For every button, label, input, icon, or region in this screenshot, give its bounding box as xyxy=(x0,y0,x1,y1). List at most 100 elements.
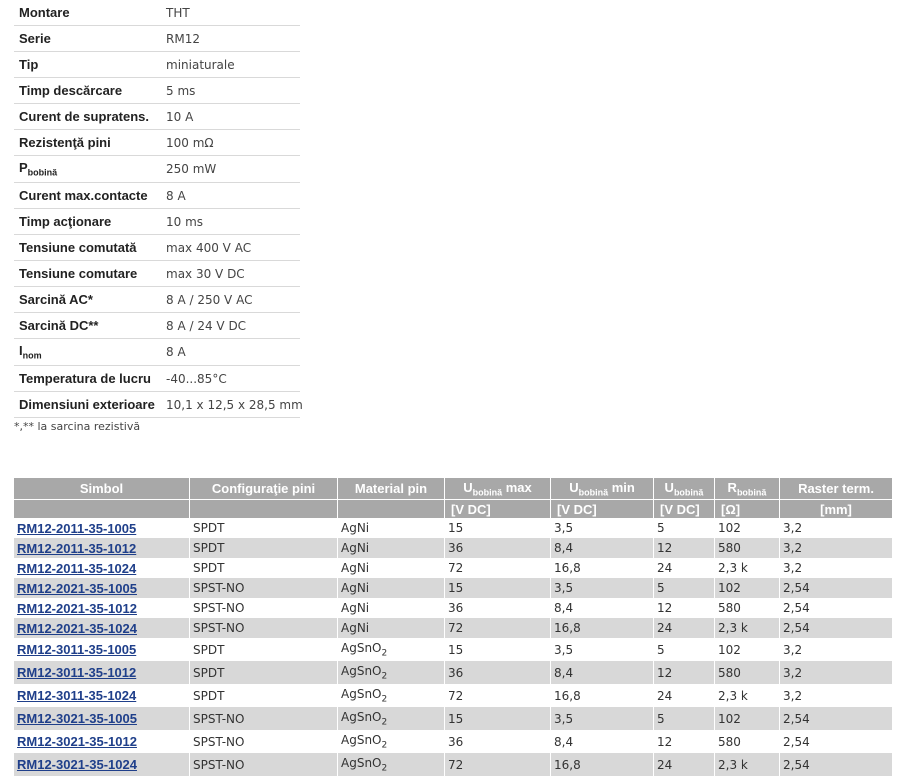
material-cell: AgNi xyxy=(338,598,445,618)
material-text: AgSnO xyxy=(341,663,382,678)
symbol-cell: RM12-3011-35-1005 xyxy=(14,638,190,661)
products-head: Simbol Configuraţie pini Material pin Ub… xyxy=(14,478,893,518)
material-text: AgSnO xyxy=(341,709,382,724)
material-cell: AgSnO2 xyxy=(338,661,445,684)
spec-value: 250 mW xyxy=(161,155,300,183)
col-header-umin: Ubobină min xyxy=(551,478,654,499)
spec-row: Timp acţionare 10 ms xyxy=(14,208,300,235)
product-link[interactable]: RM12-2011-35-1012 xyxy=(17,541,136,556)
spec-value: THT xyxy=(161,0,300,26)
spec-label: Temperatura de lucru xyxy=(14,365,161,392)
config-cell: SPST-NO xyxy=(190,730,338,753)
config-cell: SPST-NO xyxy=(190,598,338,618)
col-header-umax-sub: bobină xyxy=(472,487,503,498)
material-cell: AgNi xyxy=(338,578,445,598)
table-row: RM12-3011-35-1012 SPDT AgSnO2 36 8,4 12 580 3,2 xyxy=(14,661,893,684)
spec-row: Sarcină DC** 8 A / 24 V DC xyxy=(14,312,300,339)
table-row: RM12-2011-35-1005 SPDT AgNi 15 3,5 5 102 3,2 xyxy=(14,518,893,538)
spec-label: Tip xyxy=(14,51,161,78)
umin-cell: 3,5 xyxy=(551,707,654,730)
product-link[interactable]: RM12-2021-35-1024 xyxy=(17,621,137,636)
raster-cell: 2,54 xyxy=(780,707,893,730)
col-header-umax: Ubobină max xyxy=(445,478,551,499)
unit-cell xyxy=(338,499,445,518)
material-cell: AgSnO2 xyxy=(338,684,445,707)
spec-value: 8 A / 24 V DC xyxy=(161,312,300,339)
material-text: AgSnO xyxy=(341,732,382,747)
spec-value: 10,1 x 12,5 x 28,5 mm xyxy=(161,391,303,418)
product-link[interactable]: RM12-2011-35-1005 xyxy=(17,521,136,536)
material-text: AgNi xyxy=(341,601,370,615)
umax-cell: 15 xyxy=(445,578,551,598)
material-text: AgSnO xyxy=(341,755,382,770)
r-cell: 580 xyxy=(715,598,780,618)
material-cell: AgSnO2 xyxy=(338,753,445,776)
umin-cell: 16,8 xyxy=(551,684,654,707)
spec-row: Montare THT xyxy=(14,0,300,26)
raster-cell: 3,2 xyxy=(780,558,893,578)
table-row: RM12-2021-35-1024 SPST-NO AgNi 72 16,8 24 2,3 … xyxy=(14,618,893,638)
table-row: RM12-2011-35-1012 SPDT AgNi 36 8,4 12 580 3,2 xyxy=(14,538,893,558)
config-cell: SPDT xyxy=(190,518,338,538)
config-cell: SPDT xyxy=(190,558,338,578)
col-header-umin-main: U xyxy=(569,479,579,495)
u-cell: 24 xyxy=(654,558,715,578)
u-cell: 5 xyxy=(654,578,715,598)
col-header-umin-sub: bobină xyxy=(578,487,609,498)
spec-row: Curent de supratens. 10 A xyxy=(14,103,300,130)
umin-cell: 16,8 xyxy=(551,558,654,578)
product-link[interactable]: RM12-3011-35-1012 xyxy=(17,665,136,680)
spec-label: Timp descărcare xyxy=(14,77,161,104)
units-row: [V DC] [V DC] [V DC] [Ω] [mm] xyxy=(14,499,893,518)
product-link[interactable]: RM12-3021-35-1024 xyxy=(17,757,137,772)
spec-label: Rezistenţă pini xyxy=(14,129,161,156)
symbol-cell: RM12-3021-35-1012 xyxy=(14,730,190,753)
table-row: RM12-3011-35-1024 SPDT AgSnO2 72 16,8 24 2,3 k… xyxy=(14,684,893,707)
raster-cell: 3,2 xyxy=(780,518,893,538)
col-header-symbol: Simbol xyxy=(14,478,190,499)
material-text: AgSnO xyxy=(341,686,382,701)
umax-cell: 72 xyxy=(445,618,551,638)
symbol-cell: RM12-3021-35-1005 xyxy=(14,707,190,730)
material-text: AgNi xyxy=(341,621,370,635)
table-row: RM12-2011-35-1024 SPDT AgNi 72 16,8 24 2,3 k 3,… xyxy=(14,558,893,578)
unit-cell xyxy=(190,499,338,518)
spec-label: Pbobină xyxy=(14,155,161,183)
spec-value: 10 A xyxy=(161,103,300,130)
product-link[interactable]: RM12-2021-35-1005 xyxy=(17,581,137,596)
product-link[interactable]: RM12-2011-35-1024 xyxy=(17,561,136,576)
spec-value: RM12 xyxy=(161,25,300,52)
u-cell: 12 xyxy=(654,730,715,753)
symbol-cell: RM12-2011-35-1024 xyxy=(14,558,190,578)
product-link[interactable]: RM12-3011-35-1005 xyxy=(17,642,136,657)
umax-cell: 15 xyxy=(445,518,551,538)
spec-row: Timp descărcare 5 ms xyxy=(14,77,300,104)
symbol-cell: RM12-2011-35-1012 xyxy=(14,538,190,558)
umax-cell: 72 xyxy=(445,558,551,578)
material-subscript: 2 xyxy=(381,648,388,659)
spec-value: 8 A / 250 V AC xyxy=(161,286,300,313)
r-cell: 2,3 k xyxy=(715,753,780,776)
umin-cell: 8,4 xyxy=(551,730,654,753)
product-link[interactable]: RM12-2021-35-1012 xyxy=(17,601,137,616)
r-cell: 580 xyxy=(715,661,780,684)
col-header-u-main: U xyxy=(664,479,674,495)
table-row: RM12-2021-35-1012 SPST-NO AgNi 36 8,4 12 580 2,… xyxy=(14,598,893,618)
products-body: RM12-2011-35-1005 SPDT AgNi 15 3,5 5 102 3,2 RM1… xyxy=(14,518,893,776)
product-link[interactable]: RM12-3021-35-1012 xyxy=(17,734,137,749)
col-header-umin-suffix: min xyxy=(608,479,635,495)
table-row: RM12-2021-35-1005 SPST-NO AgNi 15 3,5 5 102 2,5… xyxy=(14,578,893,598)
spec-label: Serie xyxy=(14,25,161,52)
spec-value: -40...85°C xyxy=(161,365,300,392)
u-cell: 12 xyxy=(654,661,715,684)
raster-cell: 2,54 xyxy=(780,730,893,753)
r-cell: 580 xyxy=(715,538,780,558)
unit-cell: [V DC] xyxy=(654,499,715,518)
spec-value: miniaturale xyxy=(161,51,300,78)
product-link[interactable]: RM12-3021-35-1005 xyxy=(17,711,137,726)
spec-row: Inom 8 A xyxy=(14,338,300,366)
umin-cell: 8,4 xyxy=(551,538,654,558)
config-cell: SPST-NO xyxy=(190,707,338,730)
r-cell: 102 xyxy=(715,578,780,598)
product-link[interactable]: RM12-3011-35-1024 xyxy=(17,688,136,703)
